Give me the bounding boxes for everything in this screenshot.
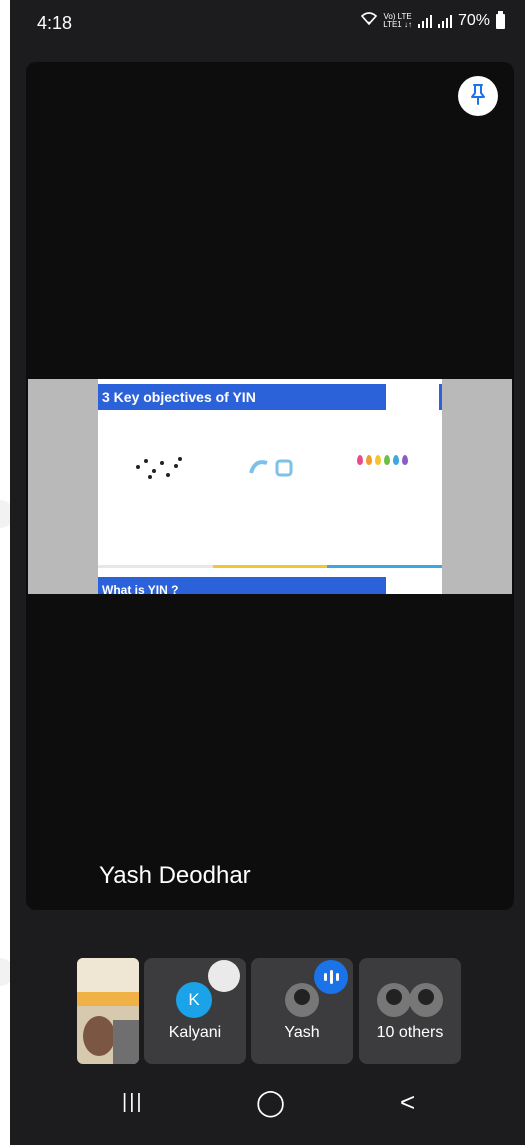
cycle-graphic bbox=[245, 455, 295, 481]
pin-icon bbox=[468, 83, 488, 110]
slide-title-edge bbox=[439, 384, 442, 410]
avatar bbox=[409, 983, 443, 1017]
system-nav-bar: ||| ◯ < bbox=[10, 1085, 525, 1145]
next-slide-title: What is YIN ? bbox=[98, 577, 386, 594]
network-label-bottom: LTE1 ↓↑ bbox=[383, 20, 412, 29]
avatar: K bbox=[176, 982, 212, 1018]
self-face bbox=[83, 1016, 115, 1056]
status-icons: Vo) LTE LTE1 ↓↑ 70% bbox=[361, 10, 505, 30]
self-background-shelf bbox=[113, 1020, 139, 1064]
avatar bbox=[285, 983, 319, 1017]
slide-column-3 bbox=[332, 441, 432, 481]
signal-icon-2 bbox=[437, 14, 452, 28]
home-button[interactable]: ◯ bbox=[256, 1087, 285, 1118]
battery-level: 70% bbox=[457, 12, 490, 29]
participant-name: Kalyani bbox=[168, 1024, 222, 1041]
self-video-tile[interactable] bbox=[77, 958, 139, 1064]
presenter-stage[interactable]: 3 Key objectives of YIN What is YIN ? Ya… bbox=[26, 62, 514, 910]
drops-graphic bbox=[332, 455, 432, 481]
recents-button[interactable]: ||| bbox=[122, 1091, 144, 1114]
participant-tile-kalyani[interactable]: K Kalyani bbox=[144, 958, 246, 1064]
shared-slide: 3 Key objectives of YIN What is YIN ? bbox=[98, 379, 442, 594]
battery-icon bbox=[496, 10, 505, 29]
participant-tile-others[interactable]: 10 others bbox=[359, 958, 461, 1064]
screen-share: 3 Key objectives of YIN What is YIN ? bbox=[28, 379, 512, 594]
participant-tile-yash[interactable]: Yash bbox=[251, 958, 353, 1064]
slide-column-2 bbox=[220, 441, 320, 481]
slide-column-1 bbox=[108, 441, 208, 481]
muted-indicator-icon bbox=[208, 960, 240, 992]
slide-divider bbox=[98, 565, 442, 568]
meet-screen: 4:18 Vo) LTE LTE1 ↓↑ 70% 3 Key objective… bbox=[10, 0, 525, 1145]
pin-button[interactable] bbox=[458, 76, 498, 116]
avatar bbox=[377, 983, 411, 1017]
participant-name: 10 others bbox=[376, 1024, 444, 1041]
signal-icon-1 bbox=[417, 14, 432, 28]
participant-name: Yash bbox=[284, 1024, 320, 1041]
clock: 4:18 bbox=[37, 13, 73, 33]
network-indicator: Vo) LTE LTE1 ↓↑ bbox=[383, 13, 412, 29]
presenter-name: Yash Deodhar bbox=[99, 862, 251, 889]
wifi-icon bbox=[361, 12, 378, 30]
self-background-band bbox=[77, 992, 139, 1006]
slide-title: 3 Key objectives of YIN bbox=[98, 384, 386, 410]
status-bar: 4:18 Vo) LTE LTE1 ↓↑ 70% bbox=[10, 0, 525, 46]
back-button[interactable]: < bbox=[400, 1087, 415, 1118]
scatter-graphic bbox=[132, 455, 184, 481]
speaking-indicator-icon bbox=[314, 960, 348, 994]
